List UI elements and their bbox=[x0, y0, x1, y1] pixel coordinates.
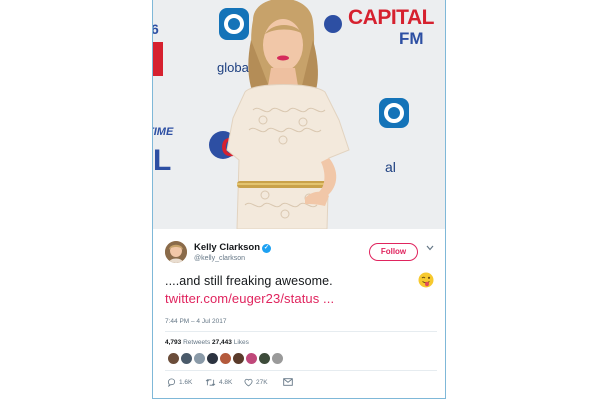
backdrop-fm-text: FM bbox=[399, 29, 424, 48]
author-name-text[interactable]: Kelly Clarkson bbox=[194, 242, 260, 253]
backdrop-left-number: 6 bbox=[153, 21, 159, 37]
liker-avatar[interactable] bbox=[193, 352, 206, 365]
author-avatar[interactable] bbox=[165, 241, 187, 263]
backdrop-left-fragment-2: L bbox=[153, 144, 171, 177]
liker-avatar[interactable] bbox=[232, 352, 245, 365]
reply-count: 1.6K bbox=[179, 378, 193, 386]
retweets-label[interactable]: Retweets bbox=[183, 339, 210, 346]
liker-avatar[interactable] bbox=[258, 352, 271, 365]
author-handle[interactable]: @kelly_clarkson bbox=[194, 255, 245, 262]
retweet-count: 4.8K bbox=[219, 378, 233, 386]
likes-label[interactable]: Likes bbox=[234, 339, 249, 346]
retweet-button[interactable]: 4.8K bbox=[205, 376, 232, 388]
chevron-down-icon[interactable] bbox=[426, 244, 434, 253]
liker-avatar[interactable] bbox=[167, 352, 180, 365]
envelope-icon bbox=[283, 378, 293, 386]
liker-avatar[interactable] bbox=[206, 352, 219, 365]
tweet-link[interactable]: twitter.com/euger23/status ... bbox=[165, 291, 334, 306]
retweets-count[interactable]: 4,793 bbox=[165, 339, 181, 346]
winking-tongue-emoji-icon bbox=[418, 272, 434, 288]
message-button[interactable] bbox=[283, 376, 296, 388]
retweet-icon bbox=[205, 378, 216, 386]
likes-count[interactable]: 27,443 bbox=[212, 339, 232, 346]
backdrop-capital-text: CAPITAL bbox=[348, 6, 435, 29]
reply-icon bbox=[167, 377, 176, 387]
heart-icon bbox=[244, 378, 253, 386]
liker-avatar[interactable] bbox=[271, 352, 284, 365]
like-button[interactable]: 27K bbox=[244, 376, 268, 388]
like-count: 27K bbox=[256, 378, 268, 386]
divider bbox=[165, 331, 437, 332]
author-name[interactable]: Kelly Clarkson ✓ bbox=[194, 242, 271, 253]
divider bbox=[165, 370, 437, 371]
liker-avatar[interactable] bbox=[180, 352, 193, 365]
backdrop-global-text: global bbox=[217, 60, 252, 75]
follow-button[interactable]: Follow bbox=[369, 243, 418, 261]
tweet-timestamp[interactable]: 7:44 PM – 4 Jul 2017 bbox=[165, 318, 226, 325]
tweet-card: 6 global CAPITAL FM TIME L al C bbox=[152, 0, 446, 399]
engagement-stats: 4,793 Retweets 27,443 Likes bbox=[165, 339, 249, 346]
verified-badge-icon: ✓ bbox=[262, 244, 271, 253]
tweet-text: ....and still freaking awesome. bbox=[165, 274, 333, 288]
backdrop-right-fragment: al bbox=[385, 159, 396, 175]
liker-avatar[interactable] bbox=[219, 352, 232, 365]
reply-button[interactable]: 1.6K bbox=[167, 376, 192, 388]
backdrop-left-fragment: TIME bbox=[153, 126, 174, 138]
liker-avatar[interactable] bbox=[245, 352, 258, 365]
tweet-photo[interactable]: 6 global CAPITAL FM TIME L al C bbox=[153, 0, 445, 229]
